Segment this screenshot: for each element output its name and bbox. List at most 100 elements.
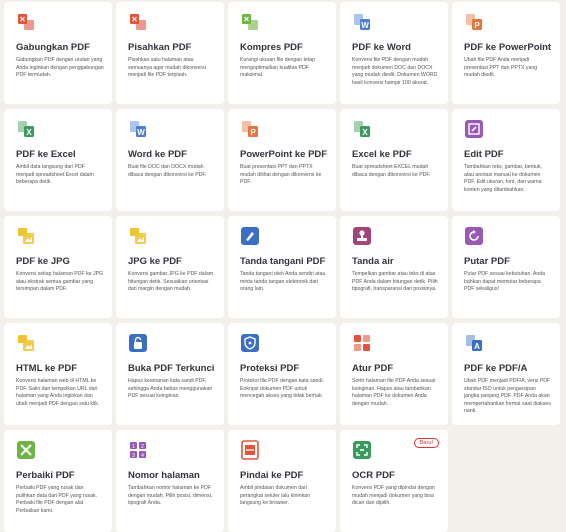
tool-title: Buka PDF Terkunci bbox=[128, 363, 215, 374]
svg-text:W: W bbox=[361, 21, 369, 30]
tool-description: Perbaiki PDF yang rusak dan pulihkan dat… bbox=[16, 485, 98, 514]
svg-text:1: 1 bbox=[132, 444, 135, 450]
tool-card-pagenum[interactable]: 1 2 3 4 Nomor halaman Tambahkan nomor halaman… bbox=[116, 430, 224, 532]
pdf-to-pdfa-icon: A bbox=[464, 333, 484, 353]
tool-title: HTML ke PDF bbox=[16, 363, 78, 374]
tool-card-repair[interactable]: Perbaiki PDF Perbaiki PDF yang rusak dan … bbox=[4, 430, 112, 532]
svg-text:A: A bbox=[474, 342, 480, 351]
tool-card-pdf-ppt[interactable]: P PDF ke PowerPoint Ubah file PDF Anda men… bbox=[452, 2, 560, 104]
tool-title: PDF ke Excel bbox=[16, 149, 76, 160]
tool-title: Atur PDF bbox=[352, 363, 394, 374]
repair-pdf-icon bbox=[16, 440, 36, 460]
rotate-pdf-icon bbox=[464, 226, 484, 246]
tool-card-scan[interactable]: Pindai ke PDF Ambil pindaian dokumen dari… bbox=[228, 430, 336, 532]
powerpoint-to-pdf-icon: P bbox=[240, 119, 260, 139]
excel-to-pdf-icon: X bbox=[352, 119, 372, 139]
tool-card-ppt-pdf[interactable]: P PowerPoint ke PDF Buat presentasi PPT da… bbox=[228, 109, 336, 211]
tool-description: Konversi file PDF dengan mudah menjadi d… bbox=[352, 57, 438, 86]
tool-title: PDF ke PDF/A bbox=[464, 363, 528, 374]
tool-title: Putar PDF bbox=[464, 256, 510, 267]
tool-title: Kompres PDF bbox=[240, 42, 303, 53]
tool-card-sign[interactable]: Tanda tangani PDF Tanda tangani oleh Anda… bbox=[228, 216, 336, 318]
tool-title: Tanda tangani PDF bbox=[240, 256, 326, 267]
tool-title: Edit PDF bbox=[464, 149, 504, 160]
tools-grid: Gabungkan PDF Gabungkan PDF dengan urutan… bbox=[4, 2, 560, 532]
tool-description: Ambil pindaian dokumen dari perangkat se… bbox=[240, 485, 311, 507]
tool-card-pdf-word[interactable]: W PDF ke Word Konversi file PDF dengan mud… bbox=[340, 2, 448, 104]
tool-title: Perbaiki PDF bbox=[16, 470, 75, 481]
tool-description: Ubah PDF menjadi PDF/A, versi PDF standa… bbox=[464, 378, 551, 415]
tool-description: Gabungkan PDF dengan urutan yang Anda in… bbox=[16, 57, 104, 79]
tool-title: PDF ke JPG bbox=[16, 256, 70, 267]
tool-title: Excel ke PDF bbox=[352, 149, 412, 160]
tool-description: Buat spreadsheet EXCEL mudah dibaca deng… bbox=[352, 164, 431, 178]
html-to-pdf-icon bbox=[16, 333, 36, 353]
organize-pdf-icon bbox=[352, 333, 372, 353]
tool-title: Word ke PDF bbox=[128, 149, 187, 160]
page-numbers-icon: 1234 bbox=[128, 440, 148, 460]
svg-text:X: X bbox=[362, 128, 368, 137]
tool-description: Hapus keamanan kata sandi PDF, sehingga … bbox=[128, 378, 213, 400]
tool-card-word-pdf[interactable]: W Word ke PDF Buat file DOC dan DOCX mudah… bbox=[116, 109, 224, 211]
tool-card-pdf-excel[interactable]: X PDF ke Excel Ambil data langsung dari PD… bbox=[4, 109, 112, 211]
tool-card-html-pdf[interactable]: HTML ke PDF Konversi halaman web di HTML … bbox=[4, 323, 112, 425]
tool-card-pdf-jpg[interactable]: PDF ke JPG Konversi setiap halaman PDF ke… bbox=[4, 216, 112, 318]
jpg-to-pdf-icon bbox=[128, 226, 148, 246]
watermark-icon bbox=[352, 226, 372, 246]
tool-description: Konversi PDF yang dipindai dengan mudah … bbox=[352, 485, 435, 507]
sign-pdf-icon bbox=[240, 226, 260, 246]
tool-description: Konversi gambar JPG ke PDF dalam hitunga… bbox=[128, 271, 214, 293]
tool-card-organize[interactable]: Atur PDF Sortir halaman file PDF Anda ses… bbox=[340, 323, 448, 425]
word-to-pdf-icon: W bbox=[128, 119, 148, 139]
tool-title: PDF ke Word bbox=[352, 42, 411, 53]
tool-description: Konversi setiap halaman PDF ke JPG atau … bbox=[16, 271, 104, 293]
tool-card-jpg-pdf[interactable]: JPG ke PDF Konversi gambar JPG ke PDF dal… bbox=[116, 216, 224, 318]
svg-text:4: 4 bbox=[141, 453, 144, 459]
tool-title: Gabungkan PDF bbox=[16, 42, 90, 53]
tool-description: Kurangi ukuran file dengan tetap mengopt… bbox=[240, 57, 315, 79]
tool-card-compress[interactable]: Kompres PDF Kurangi ukuran file dengan te… bbox=[228, 2, 336, 104]
edit-pdf-icon bbox=[464, 119, 484, 139]
tool-title: PowerPoint ke PDF bbox=[240, 149, 328, 160]
tool-description: Proteksi file PDF dengan kata sandi. Enk… bbox=[240, 378, 324, 400]
new-badge: Baru! bbox=[413, 438, 439, 448]
tool-card-ocr[interactable]: Baru! OCR PDF Konversi PDF yang dipindai d… bbox=[340, 430, 448, 532]
pdf-to-excel-icon: X bbox=[16, 119, 36, 139]
tool-card-excel-pdf[interactable]: X Excel ke PDF Buat spreadsheet EXCEL muda… bbox=[340, 109, 448, 211]
tool-title: Proteksi PDF bbox=[240, 363, 300, 374]
tool-card-edit[interactable]: Edit PDF Tambahkan teks, gambar, bentuk, … bbox=[452, 109, 560, 211]
svg-text:P: P bbox=[250, 128, 256, 137]
tool-description: Putar PDF sesuai kebutuhan. Anda bahkan … bbox=[464, 271, 546, 293]
tool-description: Tempelkan gambar atau teks di atas PDF A… bbox=[352, 271, 438, 293]
pdf-to-jpg-icon bbox=[16, 226, 36, 246]
ocr-pdf-icon bbox=[352, 440, 372, 460]
tool-card-pdfa[interactable]: A PDF ke PDF/A Ubah PDF menjadi PDF/A, ver… bbox=[452, 323, 560, 425]
tool-card-merge[interactable]: Gabungkan PDF Gabungkan PDF dengan urutan… bbox=[4, 2, 112, 104]
tool-card-rotate[interactable]: Putar PDF Putar PDF sesuai kebutuhan. And… bbox=[452, 216, 560, 318]
pdf-to-word-icon: W bbox=[352, 12, 372, 32]
scan-to-pdf-icon bbox=[240, 440, 260, 460]
pdf-to-powerpoint-icon: P bbox=[464, 12, 484, 32]
tool-description: Buat file DOC dan DOCX mudah dibaca deng… bbox=[128, 164, 207, 178]
compress-pdf-icon bbox=[240, 12, 260, 32]
tool-title: Pisahkan PDF bbox=[128, 42, 192, 53]
tool-description: Tanda tangani oleh Anda sendiri atau min… bbox=[240, 271, 326, 293]
svg-text:W: W bbox=[137, 128, 145, 137]
tool-title: Pindai ke PDF bbox=[240, 470, 304, 481]
tool-title: Nomor halaman bbox=[128, 470, 200, 481]
tool-description: Ambil data langsung dari PDF menjadi spr… bbox=[16, 164, 94, 186]
tool-title: Tanda air bbox=[352, 256, 394, 267]
tool-card-watermark[interactable]: Tanda air Tempelkan gambar atau teks di a… bbox=[340, 216, 448, 318]
tool-card-unlock[interactable]: Buka PDF Terkunci Hapus keamanan kata san… bbox=[116, 323, 224, 425]
svg-text:X: X bbox=[26, 128, 32, 137]
svg-text:3: 3 bbox=[132, 453, 135, 459]
svg-text:2: 2 bbox=[141, 444, 144, 450]
protect-pdf-icon bbox=[240, 333, 260, 353]
tool-description: Tambahkan teks, gambar, bentuk, atau ano… bbox=[464, 164, 542, 193]
tool-description: Ubah file PDF Anda menjadi presentasi PP… bbox=[464, 57, 538, 79]
tool-card-split[interactable]: Pisahkan PDF Pisahkan satu halaman atau s… bbox=[116, 2, 224, 104]
tool-card-protect[interactable]: Proteksi PDF Proteksi file PDF dengan kat… bbox=[228, 323, 336, 425]
split-pdf-icon bbox=[128, 12, 148, 32]
tool-title: OCR PDF bbox=[352, 470, 395, 481]
tool-description: Buat presentasi PPT dan PPTX mudah dilih… bbox=[240, 164, 322, 186]
